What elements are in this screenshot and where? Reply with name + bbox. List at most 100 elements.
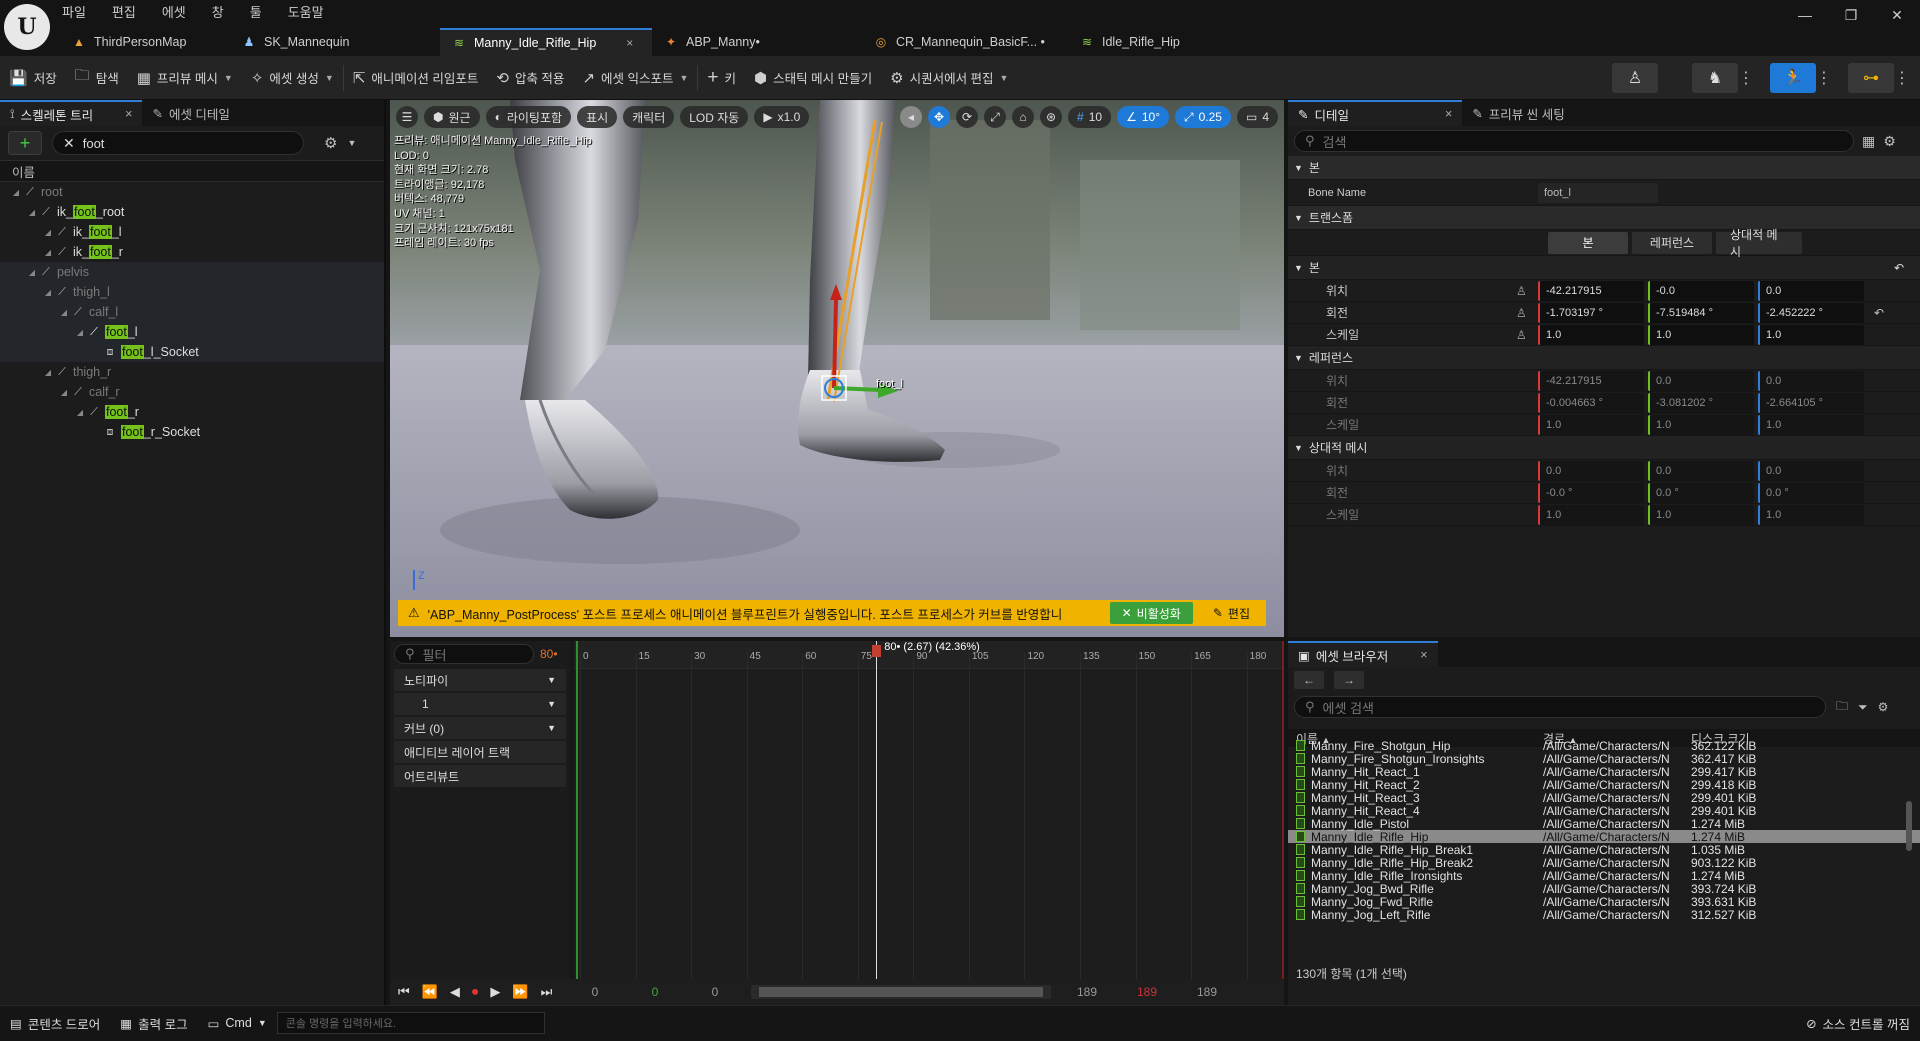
folder-icon[interactable]: 🗀 xyxy=(1836,697,1848,718)
settings-gear-icon[interactable]: ⚙ xyxy=(324,134,337,152)
tab-manny-idle-rifle-hip[interactable]: ≋ Manny_Idle_Rifle_Hip × xyxy=(440,28,652,56)
expand-icon[interactable]: ◢ xyxy=(26,268,38,277)
transform-group-header[interactable]: ▼ 상대적 메시 xyxy=(1288,436,1920,460)
asset-list-scrollbar[interactable] xyxy=(1906,801,1912,851)
bone-row[interactable]: ◢ ⟋ calf_l xyxy=(0,302,384,322)
asset-row[interactable]: Manny_Fire_Shotgun_Hip/All/Game/Characte… xyxy=(1288,739,1920,753)
bone-name-field[interactable]: foot_l xyxy=(1538,182,1658,203)
reimport-button[interactable]: ⇱ 애니메이션 리임포트 xyxy=(344,56,488,100)
asset-search-input[interactable]: ⚲ 에셋 검색 xyxy=(1294,696,1826,718)
asset-row[interactable]: Manny_Hit_React_3/All/Game/Characters/N 2… xyxy=(1288,791,1920,805)
unreal-logo-icon[interactable]: U xyxy=(4,4,50,50)
settings-gear-icon[interactable]: ⚙ xyxy=(1878,700,1889,714)
timeline-scrollbar[interactable] xyxy=(751,985,1051,999)
create-asset-button[interactable]: ✧ 에셋 생성 ▼ xyxy=(242,56,343,100)
timeline-grid[interactable]: 0 15 30 45 60 75 90 105 120 135 150 165 180 80• (2.6… xyxy=(574,641,1284,979)
track-filter-input[interactable]: ⚲ 필터 xyxy=(394,644,534,664)
bone-row[interactable]: ◢ ⟋ thigh_l xyxy=(0,282,384,302)
transform-group-header[interactable]: ▼ 본 ↶ xyxy=(1288,256,1920,280)
surface-snap-button[interactable]: ⊛ xyxy=(1040,106,1063,128)
expand-icon[interactable]: ◢ xyxy=(74,328,86,337)
asset-row[interactable]: Manny_Hit_React_1/All/Game/Characters/N 2… xyxy=(1288,765,1920,779)
range-start-field[interactable]: 0 xyxy=(565,985,625,999)
scrollbar-thumb[interactable] xyxy=(759,987,1043,997)
close-tab-icon[interactable]: × xyxy=(1445,107,1452,121)
expand-icon[interactable]: ◢ xyxy=(42,248,54,257)
reset-icon[interactable]: ↶ xyxy=(1874,306,1884,320)
grid-snap-button[interactable]: #10 xyxy=(1068,106,1112,128)
record-icon[interactable]: ⏺ xyxy=(472,984,479,1000)
reset-icon[interactable]: ↶ xyxy=(1894,261,1904,275)
seg-bone-button[interactable]: 본 xyxy=(1548,231,1628,254)
tab-thirdpersonmap[interactable]: ▲ ThirdPersonMap xyxy=(60,28,230,56)
playhead[interactable]: 80• (2.67) (42.36%) xyxy=(872,641,980,979)
view-end-field[interactable]: 189 xyxy=(1057,985,1117,999)
additive-layer-track[interactable]: 애디티브 레이어 트랙 xyxy=(394,741,566,763)
select-mode-button[interactable]: ◂ xyxy=(900,106,923,128)
close-tab-icon[interactable]: × xyxy=(1420,648,1427,662)
seg-reference-button[interactable]: 레퍼런스 xyxy=(1632,231,1712,254)
table-view-icon[interactable]: ▦ xyxy=(1862,133,1875,150)
asset-row[interactable]: Manny_Idle_Pistol/All/Game/Characters/N 1… xyxy=(1288,817,1920,831)
details-search-input[interactable]: ⚲ 검색 xyxy=(1294,130,1854,152)
rotate-button[interactable]: ⟳ xyxy=(956,106,979,128)
expand-icon[interactable]: ◢ xyxy=(58,388,70,397)
browse-button[interactable]: 🗀 탐색 xyxy=(66,56,128,100)
camera-speed-button[interactable]: ▭ 4 xyxy=(1236,106,1278,128)
chevron-down-icon[interactable]: ▼ xyxy=(547,675,556,685)
filter-icon[interactable]: ⏷ xyxy=(1858,700,1868,715)
transform-group-header[interactable]: ▼ 레퍼런스 xyxy=(1288,346,1920,370)
seg-mesh-relative-button[interactable]: 상대적 메시 xyxy=(1716,228,1802,259)
make-static-mesh-button[interactable]: ⬢ 스태틱 메시 만들기 xyxy=(745,56,881,100)
menu-edit[interactable]: 편집 xyxy=(110,0,138,23)
asset-row[interactable]: Manny_Jog_Fwd_Rifle/All/Game/Characters/… xyxy=(1288,895,1920,909)
asset-row[interactable]: Manny_Idle_Rifle_Hip_Break1/All/Game/Cha… xyxy=(1288,843,1920,857)
bone-row[interactable]: ◢ ⟋ ik_foot_l xyxy=(0,222,384,242)
bone-row[interactable]: ◢ ⟋ foot_l xyxy=(0,322,384,342)
asset-row[interactable]: Manny_Idle_Rifle_Hip/All/Game/Characters… xyxy=(1288,830,1920,844)
apply-compression-button[interactable]: ⟲ 압축 적용 xyxy=(487,56,573,100)
bone-row[interactable]: ⧈ foot_l_Socket xyxy=(0,342,384,362)
asset-row[interactable]: Manny_Fire_Shotgun_Ironsights/All/Game/C… xyxy=(1288,752,1920,766)
content-drawer-button[interactable]: ▤ 콘텐츠 드로어 xyxy=(0,1006,110,1041)
more-options-icon[interactable]: ⋮ xyxy=(1738,68,1754,88)
y-value-field[interactable]: 1.0 xyxy=(1648,324,1754,345)
asset-row[interactable]: Manny_Jog_Left_Rifle/All/Game/Characters… xyxy=(1288,908,1920,922)
expand-icon[interactable]: ◢ xyxy=(58,308,70,317)
skeleton-search-input[interactable]: ✕ foot xyxy=(52,131,304,155)
menu-window[interactable]: 창 xyxy=(210,0,226,23)
play-end-field[interactable]: 189 xyxy=(1117,985,1177,999)
bone-row[interactable]: ◢ ⟋ ik_foot_root xyxy=(0,202,384,222)
attributes-track[interactable]: 어트리뷰트 xyxy=(394,765,566,787)
bone-row[interactable]: ◢ ⟋ calf_r xyxy=(0,382,384,402)
angle-snap-button[interactable]: ∠ 10° xyxy=(1117,106,1169,128)
mesh-mode-button[interactable]: ♞ xyxy=(1692,62,1738,93)
bone-row[interactable]: ◢ ⟋ pelvis xyxy=(0,262,384,282)
export-asset-button[interactable]: ↗ 에셋 익스포트 ▼ xyxy=(573,56,697,100)
tab-sk-mannequin[interactable]: ♟ SK_Mannequin xyxy=(230,28,440,56)
curves-track[interactable]: 커브 (0) ▼ xyxy=(394,717,566,739)
expand-icon[interactable]: ◢ xyxy=(42,368,54,377)
z-value-field[interactable]: -2.452222 ° xyxy=(1758,302,1864,323)
x-value-field[interactable]: -42.217915 xyxy=(1538,280,1644,301)
menu-help[interactable]: 도움말 xyxy=(286,0,326,23)
lit-mode-button[interactable]: ◐ 라이팅포함 xyxy=(485,106,572,128)
scale-snap-button[interactable]: ⤢ 0.25 xyxy=(1175,106,1231,128)
edit-in-sequencer-button[interactable]: ⚙ 시퀀서에서 편집 ▼ xyxy=(881,56,1017,100)
clear-search-icon[interactable]: ✕ xyxy=(63,135,75,152)
disable-postprocess-button[interactable]: ✕ 비활성화 xyxy=(1109,602,1193,624)
edit-postprocess-button[interactable]: ✎ 편집 xyxy=(1201,602,1262,624)
expand-icon[interactable]: ◢ xyxy=(10,188,22,197)
back-button[interactable]: ← xyxy=(1294,671,1324,689)
console-input[interactable]: 콘솔 명령을 입력하세요. xyxy=(276,1012,545,1034)
pin-icon[interactable]: ♙ xyxy=(1516,328,1538,342)
current-frame-field[interactable]: 80• xyxy=(540,647,558,661)
add-bone-button[interactable]: + xyxy=(8,131,42,155)
expand-icon[interactable]: ◢ xyxy=(42,228,54,237)
pin-icon[interactable]: ♙ xyxy=(1516,306,1538,320)
view-start-field[interactable]: 0 xyxy=(685,985,745,999)
asset-row[interactable]: Manny_Idle_Rifle_Ironsights/All/Game/Cha… xyxy=(1288,869,1920,883)
bone-row[interactable]: ◢ ⟋ foot_r xyxy=(0,402,384,422)
tab-asset-browser[interactable]: ▣ 에셋 브라우저 × xyxy=(1288,641,1438,667)
blueprint-mode-button[interactable]: ⊶ xyxy=(1848,62,1894,93)
